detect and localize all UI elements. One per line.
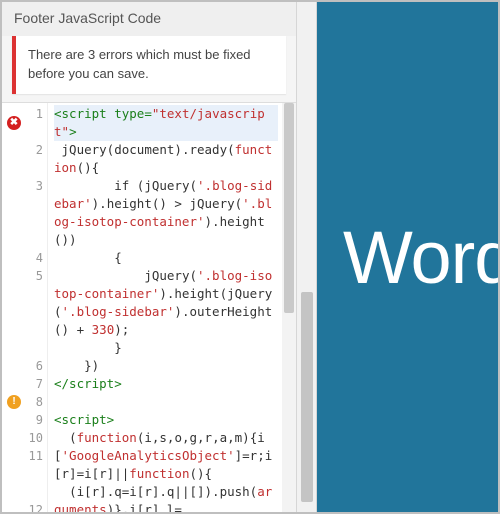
- line-number: 2: [26, 141, 43, 177]
- code-line: }): [54, 357, 278, 375]
- code-line: jQuery(document).ready(function(){: [54, 141, 278, 177]
- line-number: 7: [26, 375, 43, 393]
- line-number: 1: [26, 105, 43, 141]
- code-line: jQuery('.blog-isotop-container').height(…: [54, 267, 278, 339]
- editor-panel: Footer JavaScript Code There are 3 error…: [2, 2, 297, 512]
- code-line: {: [54, 249, 278, 267]
- error-notice-text: There are 3 errors which must be fixed b…: [28, 47, 251, 81]
- gutter-icons: ✖ !: [2, 103, 26, 512]
- code-line: <script type="text/javascript">: [54, 105, 278, 141]
- scrollbar-thumb[interactable]: [301, 292, 313, 502]
- code-line: (function(i,s,o,g,r,a,m){i['GoogleAnalyt…: [54, 429, 278, 483]
- line-number: 10: [26, 429, 43, 447]
- code-line: }: [54, 339, 278, 357]
- line-number: 6: [26, 357, 43, 375]
- line-number: 5: [26, 267, 43, 357]
- line-number: 12: [26, 501, 43, 512]
- line-number: 11: [26, 447, 43, 501]
- code-line: [54, 393, 278, 411]
- line-number: 8: [26, 393, 43, 411]
- panel-divider-scroll[interactable]: [297, 2, 317, 512]
- error-icon: ✖: [7, 116, 21, 130]
- code-line: if (jQuery('.blog-sidebar').height() > j…: [54, 177, 278, 249]
- code-content[interactable]: <script type="text/javascript"> jQuery(d…: [48, 103, 282, 512]
- code-line: (i[r].q=i[r].q||[]).push(arguments)},i[r…: [54, 483, 278, 512]
- line-number: 9: [26, 411, 43, 429]
- code-editor[interactable]: ✖ ! 1 2 3 4 5 6 7 8 9 10 11 12 <script t…: [2, 102, 296, 512]
- panel-title: Footer JavaScript Code: [2, 2, 296, 36]
- line-number: 4: [26, 249, 43, 267]
- line-numbers: 1 2 3 4 5 6 7 8 9 10 11 12: [26, 103, 48, 512]
- wordpress-logo-text: Word: [343, 215, 498, 300]
- warning-icon: !: [7, 395, 21, 409]
- error-notice: There are 3 errors which must be fixed b…: [12, 36, 286, 94]
- editor-scrollbar[interactable]: [282, 103, 296, 512]
- line-number: 3: [26, 177, 43, 249]
- scrollbar-thumb[interactable]: [284, 103, 294, 313]
- code-line: </script>: [54, 375, 278, 393]
- background-panel: Word: [317, 2, 498, 512]
- code-line: <script>: [54, 411, 278, 429]
